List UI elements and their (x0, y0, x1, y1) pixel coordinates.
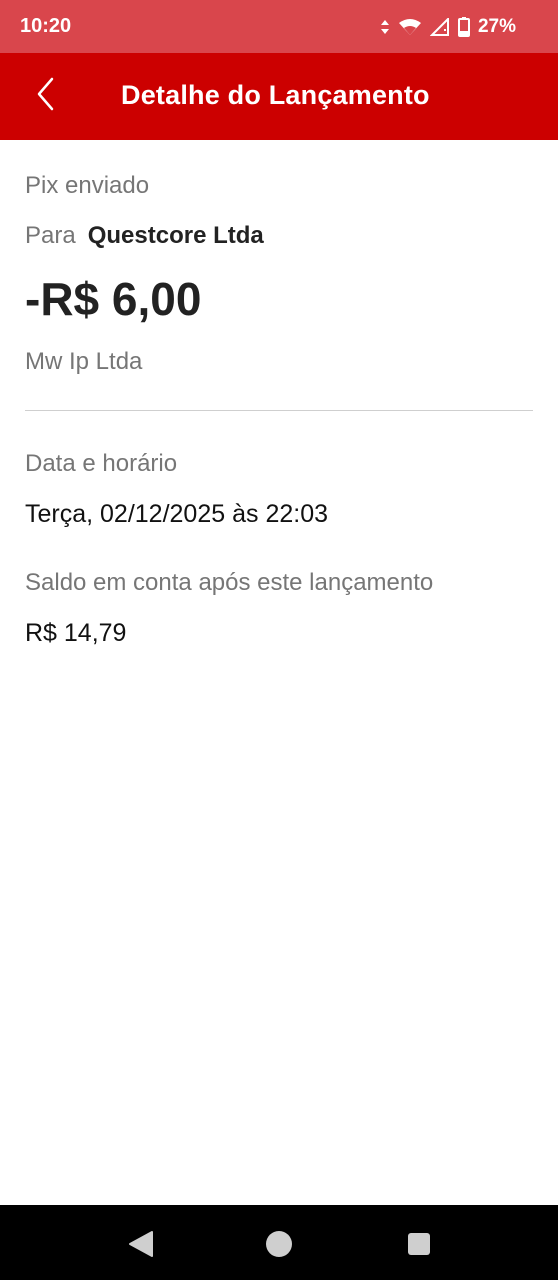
battery-icon (457, 16, 470, 37)
data-transfer-icon (380, 19, 390, 35)
balance-label: Saldo em conta após este lançamento (25, 569, 434, 596)
status-bar: 10:20 27% (0, 0, 558, 53)
transaction-type: Pix enviado (25, 172, 150, 199)
recipient-row: Para Questcore Ltda (25, 222, 264, 250)
divider (25, 410, 533, 411)
system-nav-bar (0, 1205, 558, 1280)
nav-recent-icon[interactable] (404, 1229, 434, 1259)
recipient-institution: Mw Ip Ltda (25, 348, 143, 375)
page-title: Detalhe do Lançamento (121, 80, 430, 110)
nav-back-icon[interactable] (126, 1229, 156, 1259)
cell-signal-icon (429, 17, 450, 36)
date-value: Terça, 02/12/2025 às 22:03 (25, 500, 329, 528)
status-icons: 27% (380, 16, 516, 38)
balance-value: R$ 14,79 (25, 619, 127, 647)
transaction-amount: -R$ 6,00 (25, 273, 202, 325)
wifi-icon (398, 18, 422, 36)
chevron-left-icon (35, 77, 55, 116)
app-bar: Detalhe do Lançamento (0, 53, 558, 140)
back-button[interactable] (22, 73, 68, 119)
nav-home-icon[interactable] (264, 1229, 294, 1259)
battery-percent: 27% (477, 15, 516, 37)
recipient-name: Questcore Ltda (87, 222, 264, 249)
recipient-label: Para (25, 222, 76, 249)
date-label: Data e horário (25, 450, 178, 477)
status-time: 10:20 (20, 15, 72, 37)
